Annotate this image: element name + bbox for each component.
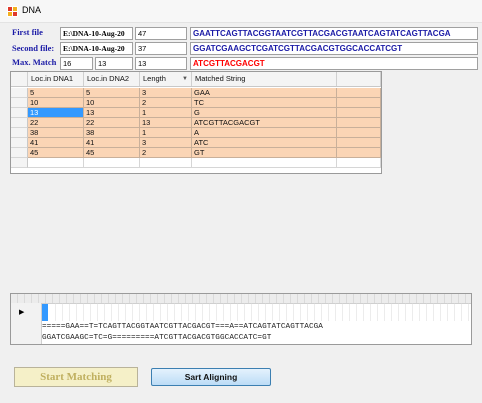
- grid-corner: [11, 72, 28, 86]
- cell-new[interactable]: [192, 158, 337, 168]
- alignment-row-second: GGATCGAAGC=TC=G=========ATCGTTACGACGTGGC…: [42, 334, 272, 342]
- row-header[interactable]: [11, 158, 28, 168]
- cell-matched-string[interactable]: ATC: [192, 138, 337, 148]
- first-file-path-field[interactable]: E:\DNA-10-Aug-20: [60, 27, 133, 40]
- cell-loc-dna1[interactable]: 41: [28, 138, 84, 148]
- title-bar: DNA: [0, 0, 482, 23]
- sort-dropdown-icon: ▼: [182, 76, 188, 82]
- row-header[interactable]: [11, 118, 28, 128]
- column-header-loc-dna1[interactable]: Loc.in DNA1: [28, 72, 84, 86]
- first-file-label: First file: [12, 27, 43, 37]
- cell-loc-dna1[interactable]: 22: [28, 118, 84, 128]
- cell-new[interactable]: [28, 158, 84, 168]
- current-row-arrow-icon: ▶: [19, 309, 25, 316]
- cell-length[interactable]: 13: [140, 118, 192, 128]
- table-row[interactable]: 41 41 3 ATC: [11, 138, 381, 148]
- first-sequence-field[interactable]: GAATTCAGTTACGGTAATCGTTACGACGTAATCAGTATCA…: [190, 27, 478, 40]
- table-row[interactable]: 5 5 3 GAA: [11, 88, 381, 98]
- column-header-length-label: Length: [143, 74, 166, 83]
- app-icon: [7, 6, 18, 17]
- cell-empty[interactable]: [337, 108, 381, 118]
- cell-matched-string[interactable]: GAA: [192, 88, 337, 98]
- row-header[interactable]: [11, 128, 28, 138]
- column-header-loc-dna2[interactable]: Loc.in DNA2: [84, 72, 140, 86]
- cell-loc-dna2[interactable]: 13: [84, 108, 140, 118]
- max-match-label: Max. Match: [12, 57, 57, 67]
- cell-loc-dna2[interactable]: 41: [84, 138, 140, 148]
- cell-loc-dna2[interactable]: 5: [84, 88, 140, 98]
- table-row-selected[interactable]: 13 13 1 G: [11, 108, 381, 118]
- second-file-label: Second file:: [12, 43, 55, 53]
- cell-new[interactable]: [337, 158, 381, 168]
- cell-loc-dna1-selected[interactable]: 13: [28, 108, 84, 118]
- cell-matched-string[interactable]: GT: [192, 148, 337, 158]
- row-header[interactable]: [11, 138, 28, 148]
- alignment-cell-grid: [49, 303, 471, 321]
- cell-loc-dna2[interactable]: 10: [84, 98, 140, 108]
- cell-loc-dna2[interactable]: 45: [84, 148, 140, 158]
- cell-empty[interactable]: [337, 128, 381, 138]
- second-file-path-field[interactable]: E:\DNA-10-Aug-20: [60, 42, 133, 55]
- cell-loc-dna1[interactable]: 38: [28, 128, 84, 138]
- cell-empty[interactable]: [337, 138, 381, 148]
- cell-loc-dna2[interactable]: 22: [84, 118, 140, 128]
- max-match-end-field[interactable]: 13: [95, 57, 133, 70]
- grid-header: Loc.in DNA1 Loc.in DNA2 Length ▼ Matched…: [11, 72, 381, 87]
- alignment-row-header[interactable]: [11, 303, 42, 344]
- alignment-grid[interactable]: ▶ =====GAA==T=TCAGTTACGGTAATCGTTACGACGT=…: [10, 293, 472, 345]
- matches-grid[interactable]: Loc.in DNA1 Loc.in DNA2 Length ▼ Matched…: [10, 71, 382, 174]
- row-header[interactable]: [11, 88, 28, 98]
- cell-loc-dna2[interactable]: 38: [84, 128, 140, 138]
- cell-length[interactable]: 1: [140, 128, 192, 138]
- column-header-length[interactable]: Length ▼: [140, 72, 192, 86]
- second-length-field[interactable]: 37: [135, 42, 187, 55]
- cell-length[interactable]: 3: [140, 88, 192, 98]
- cell-empty[interactable]: [337, 88, 381, 98]
- cell-empty[interactable]: [337, 98, 381, 108]
- cell-new[interactable]: [84, 158, 140, 168]
- row-header[interactable]: [11, 98, 28, 108]
- alignment-row-first: =====GAA==T=TCAGTTACGGTAATCGTTACGACGT===…: [42, 323, 323, 331]
- cell-loc-dna1[interactable]: 10: [28, 98, 84, 108]
- first-length-field[interactable]: 47: [135, 27, 187, 40]
- max-match-string-field[interactable]: ATCGTTACGACGT: [190, 57, 478, 70]
- table-row[interactable]: 10 10 2 TC: [11, 98, 381, 108]
- max-match-length-field[interactable]: 13: [135, 57, 187, 70]
- start-matching-button[interactable]: Start Matching: [14, 367, 138, 387]
- table-row[interactable]: 45 45 2 GT: [11, 148, 381, 158]
- table-row[interactable]: 22 22 13 ATCGTTACGACGT: [11, 118, 381, 128]
- window-title: DNA: [22, 5, 42, 15]
- cell-length[interactable]: 3: [140, 138, 192, 148]
- alignment-selected-cell[interactable]: [42, 304, 48, 321]
- cell-length[interactable]: 1: [140, 108, 192, 118]
- table-row-new[interactable]: [11, 158, 381, 168]
- cell-loc-dna1[interactable]: 5: [28, 88, 84, 98]
- cell-matched-string[interactable]: TC: [192, 98, 337, 108]
- cell-loc-dna1[interactable]: 45: [28, 148, 84, 158]
- second-sequence-field[interactable]: GGATCGAAGCTCGATCGTTACGACGTGGCACCATCGT: [190, 42, 478, 55]
- cell-empty[interactable]: [337, 148, 381, 158]
- row-header[interactable]: [11, 108, 28, 118]
- max-match-start-field[interactable]: 16: [60, 57, 93, 70]
- cell-length[interactable]: 2: [140, 148, 192, 158]
- start-aligning-button[interactable]: Sart Aligning: [151, 368, 271, 386]
- cell-matched-string[interactable]: G: [192, 108, 337, 118]
- cell-empty[interactable]: [337, 118, 381, 128]
- row-header[interactable]: [11, 148, 28, 158]
- cell-length[interactable]: 2: [140, 98, 192, 108]
- cell-matched-string[interactable]: A: [192, 128, 337, 138]
- cell-new[interactable]: [140, 158, 192, 168]
- cell-matched-string[interactable]: ATCGTTACGACGT: [192, 118, 337, 128]
- column-header-empty: [337, 72, 381, 86]
- table-row[interactable]: 38 38 1 A: [11, 128, 381, 138]
- column-header-matched-string[interactable]: Matched String: [192, 72, 337, 86]
